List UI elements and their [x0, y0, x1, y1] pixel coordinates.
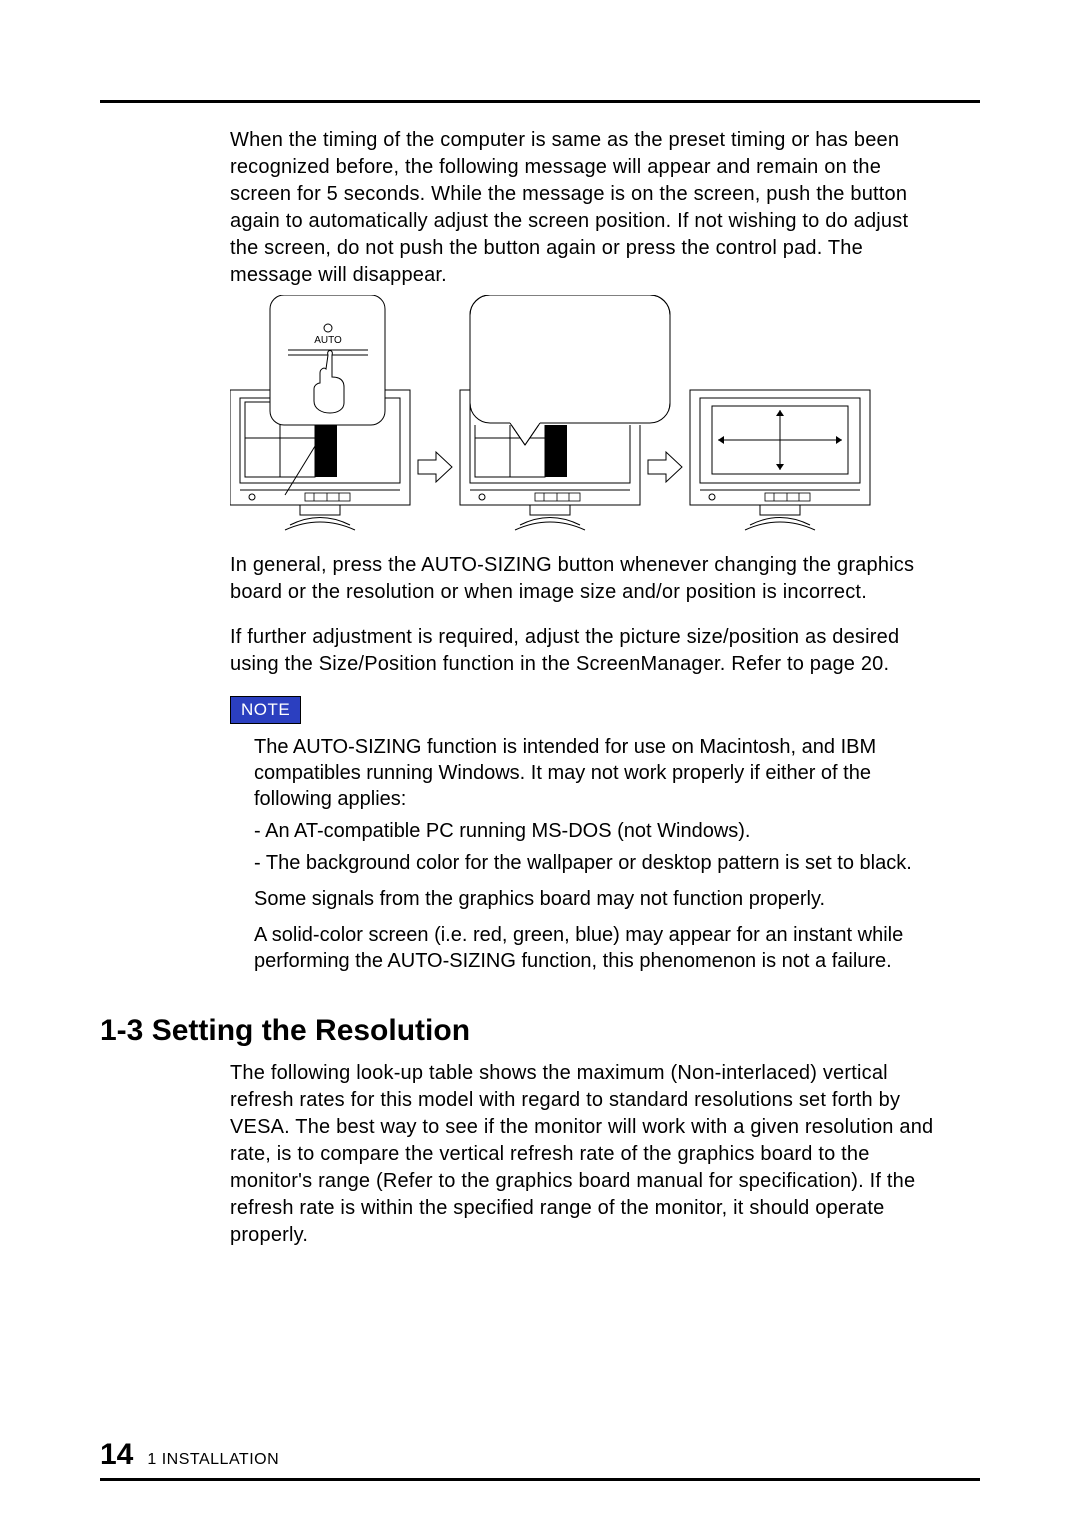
arrow-right-icon	[418, 452, 452, 482]
rule-bottom	[100, 1478, 980, 1481]
paragraph-resolution: The following look-up table shows the ma…	[230, 1060, 940, 1249]
note-bullet-2: - The background color for the wallpaper…	[254, 850, 940, 876]
page-footer: 14 1 INSTALLATION	[100, 1438, 980, 1481]
arrow-right-icon	[648, 452, 682, 482]
note-bullet-1: - An AT-compatible PC running MS-DOS (no…	[254, 818, 940, 844]
paragraph-auto-sizing-general: In general, press the AUTO-SIZING button…	[230, 552, 940, 606]
note-badge: NOTE	[230, 696, 301, 724]
note-solid-color: A solid-color screen (i.e. red, green, b…	[254, 922, 940, 974]
footer-chapter: 1 INSTALLATION	[147, 1451, 279, 1469]
note-intro: The AUTO-SIZING function is intended for…	[254, 734, 940, 812]
figure-auto-sizing: AUTO	[230, 295, 940, 540]
document-page: When the timing of the computer is same …	[0, 0, 1080, 1537]
note-signals: Some signals from the graphics board may…	[254, 886, 940, 912]
content-block-1: When the timing of the computer is same …	[230, 127, 940, 974]
page-number: 14	[100, 1438, 133, 1472]
section-heading: 1-3 Setting the Resolution	[100, 1014, 980, 1048]
content-block-2: The following look-up table shows the ma…	[230, 1060, 940, 1249]
note-block: NOTE The AUTO-SIZING function is intende…	[230, 696, 940, 974]
auto-label: AUTO	[314, 335, 342, 346]
paragraph-auto-sizing-intro: When the timing of the computer is same …	[230, 127, 940, 289]
paragraph-further-adjustment: If further adjustment is required, adjus…	[230, 624, 940, 678]
rule-top	[100, 100, 980, 103]
auto-sizing-diagram: AUTO	[230, 295, 890, 540]
